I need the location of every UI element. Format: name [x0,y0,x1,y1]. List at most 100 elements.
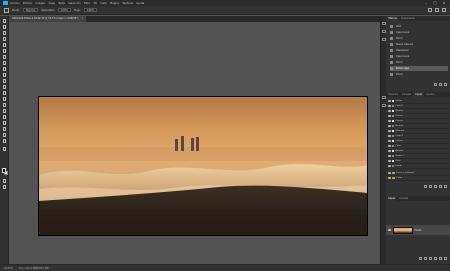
eye-icon[interactable] [387,114,391,117]
layer-row[interactable]: Máscara [386,129,450,134]
layer-row[interactable]: Viñeta [386,99,450,104]
opacity-field[interactable]: 100% [57,8,71,12]
zoom-tool-icon[interactable] [2,139,7,143]
type-tool-icon[interactable] [2,115,7,119]
fx-icon[interactable] [429,185,432,188]
layer-check-icon[interactable] [392,114,394,117]
history-brush-tool-icon[interactable] [2,79,7,83]
group-icon[interactable] [434,257,437,260]
layer-check-icon[interactable] [392,124,394,127]
adjustment-layer-icon[interactable] [429,257,432,260]
layer-row[interactable]: Grupo 1 [386,154,450,159]
link-layers-icon[interactable] [424,185,427,188]
menu-ayuda[interactable]: Ayuda [136,2,144,5]
layer-check-icon[interactable] [392,99,394,102]
layer-check-icon[interactable] [392,149,394,152]
gradient-tool-icon[interactable] [2,91,7,95]
mode-select[interactable]: Normal [22,8,39,12]
layer-row[interactable]: Ajustes [386,149,450,154]
menu-imagen[interactable]: Imagen [35,2,45,5]
frame-tool-icon[interactable] [2,49,7,53]
eye-icon[interactable] [387,154,391,157]
dodge-tool-icon[interactable] [2,103,7,107]
layer-row[interactable]: Cielo [386,159,450,164]
menu-capa[interactable]: Capa [48,2,55,5]
quick-mask-icon[interactable] [2,179,7,183]
foreground-color-swatch[interactable] [1,168,6,173]
layer-row[interactable]: Curvas [386,114,450,119]
layer-check-icon[interactable] [392,164,394,167]
move-tool-icon[interactable] [2,19,7,23]
marquee-tool-icon[interactable] [2,25,7,29]
hand-tool-icon[interactable] [2,133,7,137]
eye-icon[interactable] [387,176,391,179]
zoom-level[interactable]: 33,33% [4,267,13,270]
close-window-icon[interactable]: × [442,1,446,5]
menu-plugins[interactable]: Plugins [110,2,119,5]
history-item[interactable]: Pincel [390,72,448,77]
eye-icon[interactable] [387,149,391,152]
layer-check-icon[interactable] [392,104,394,107]
eye-icon[interactable] [387,171,391,174]
tab-capas[interactable]: Capas [413,92,425,97]
link-icon[interactable] [419,257,422,260]
layer-check-icon[interactable] [392,109,394,112]
layer-row[interactable]: Niveles [386,109,450,114]
close-tab-icon[interactable]: × [81,17,83,20]
history-item-selected[interactable]: Borrar capa [390,66,448,71]
workspace-icon[interactable] [435,8,439,12]
clone-stamp-tool-icon[interactable] [2,73,7,77]
crop-tool-icon[interactable] [2,43,7,47]
brush-tool-preset-icon[interactable] [4,7,9,13]
layer-row[interactable]: Fondo [386,164,450,169]
layer-row[interactable]: Curvas [386,119,450,124]
tab-ajustes[interactable]: Ajustes [424,92,436,97]
minimize-icon[interactable]: – [424,1,428,5]
layer-group-row[interactable]: Luces y sombras [386,171,450,176]
document-image[interactable] [38,96,368,236]
layer-row[interactable]: Color [386,144,450,149]
menu-seleccion[interactable]: Selección [68,2,80,5]
eye-icon[interactable] [387,159,391,162]
eye-icon[interactable] [387,164,391,167]
background-layer-row[interactable]: Fondo [386,225,450,235]
tab-historia[interactable]: Historia [386,16,399,21]
menu-texto[interactable]: Texto [58,2,65,5]
new-layer-icon[interactable] [439,185,442,188]
layer-check-icon[interactable] [392,159,394,162]
layer-check-icon[interactable] [392,154,394,157]
maximize-icon[interactable]: □ [433,1,437,5]
screen-mode-icon[interactable] [2,185,7,189]
history-item[interactable]: Desagrupar [390,48,448,53]
tab-propiedades[interactable]: Propiedades [399,16,417,21]
menu-archivo[interactable]: Archivo [10,2,20,5]
quick-select-tool-icon[interactable] [2,37,7,41]
history-item[interactable]: Capa nueva [390,54,448,59]
more-tools-icon[interactable] [2,147,7,151]
layer-row[interactable]: Capa 4 [386,134,450,139]
menu-vista[interactable]: Vista [100,2,106,5]
eraser-tool-icon[interactable] [2,85,7,89]
lasso-tool-icon[interactable] [2,31,7,35]
layer-row[interactable]: Curvas [386,139,450,144]
history-item[interactable]: Pincel [390,36,448,41]
eye-icon[interactable] [387,129,391,132]
trash-icon[interactable] [444,83,447,86]
eye-icon[interactable] [387,99,391,102]
history-item[interactable]: Abrir [390,24,448,29]
eye-icon[interactable] [387,119,391,122]
history-item[interactable]: Pincel [390,60,448,65]
new-layer-icon[interactable] [439,257,442,260]
eye-icon[interactable] [387,124,391,127]
shape-tool-icon[interactable] [2,127,7,131]
eye-icon[interactable] [387,134,391,137]
mask-icon[interactable] [434,185,437,188]
eye-icon[interactable] [387,144,391,147]
layer-row[interactable]: Capa 5 [386,104,450,109]
flow-field[interactable]: 100% [83,8,98,12]
layer-row[interactable]: Niveles [386,124,450,129]
layer-check-icon[interactable] [392,129,394,132]
search-icon[interactable] [428,8,432,12]
layer-check-icon[interactable] [392,134,394,137]
tab-canales-bottom[interactable]: Canales [397,196,410,201]
